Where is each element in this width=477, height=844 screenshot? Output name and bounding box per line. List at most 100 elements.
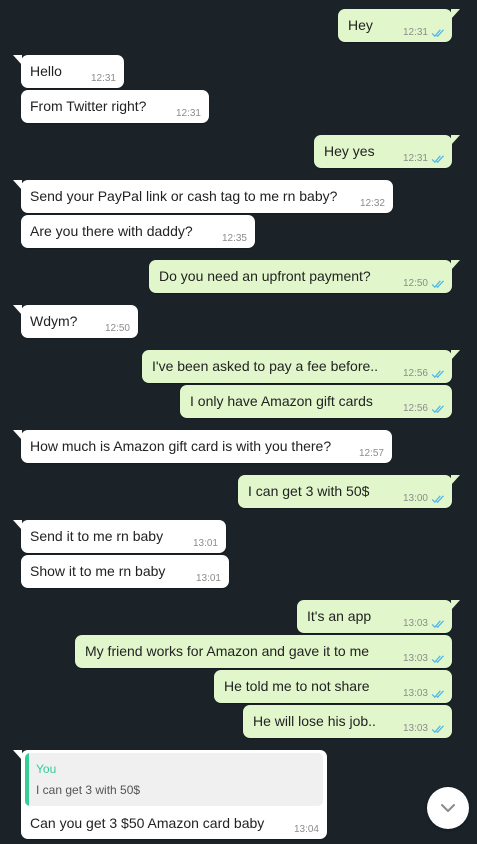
quote-text: I can get 3 with 50$ — [36, 783, 141, 797]
message-meta: 12:35 — [222, 233, 247, 244]
quote-author: You — [36, 762, 57, 776]
message-time: 12:50 — [104, 323, 130, 334]
message-meta: 13:04 — [294, 824, 319, 835]
message-text: Send it to me rn baby — [30, 528, 164, 544]
bubble-tail — [451, 9, 460, 19]
bubble-tail — [451, 475, 460, 485]
message-bubble-incoming[interactable]: Show it to me rn baby 13:01 — [21, 555, 229, 588]
message-time: 12:31 — [175, 108, 201, 119]
double-check-icon — [431, 154, 444, 163]
message-meta: 12:50 — [403, 278, 446, 289]
message-time: 12:57 — [358, 448, 384, 459]
message-text: It's an app — [307, 608, 372, 624]
message-bubble-incoming[interactable]: Hello 12:31 — [13, 55, 124, 88]
double-check-icon — [431, 369, 444, 378]
message-time: 13:01 — [192, 538, 218, 549]
message-meta: 12:56 — [403, 403, 446, 414]
bubble-tail — [451, 260, 460, 270]
message-time: 12:31 — [90, 73, 116, 84]
message-time: 12:56 — [402, 403, 428, 414]
message-text: I only have Amazon gift cards — [190, 393, 373, 409]
double-check-icon — [431, 279, 444, 288]
message-text: I can get 3 with 50$ — [248, 483, 370, 499]
message-text: Are you there with daddy? — [30, 223, 193, 239]
chevron-down-icon — [441, 804, 455, 812]
message-meta: 13:01 — [196, 573, 221, 584]
message-time: 13:03 — [402, 618, 428, 629]
message-meta: 12:31 — [403, 27, 446, 38]
message-meta: 13:03 — [403, 688, 446, 699]
message-meta: 12:32 — [360, 198, 385, 209]
message-bubble-outgoing[interactable]: Do you need an upfront payment? 12:50 — [149, 260, 460, 293]
message-text: Send your PayPal link or cash tag to me … — [30, 188, 338, 204]
double-check-icon — [431, 619, 444, 628]
message-bubble-incoming[interactable]: From Twitter right? 12:31 — [21, 90, 209, 123]
message-bubble-outgoing[interactable]: It's an app 13:03 — [297, 600, 460, 633]
message-time: 13:03 — [402, 688, 428, 699]
message-bubble-outgoing[interactable]: Hey yes 12:31 — [314, 135, 460, 168]
bubble-tail — [451, 600, 460, 610]
message-text: From Twitter right? — [30, 98, 147, 114]
quoted-message[interactable]: You I can get 3 with 50$ — [25, 753, 323, 806]
double-check-icon — [431, 724, 444, 733]
message-bubble-outgoing[interactable]: I can get 3 with 50$ 13:00 — [238, 475, 460, 508]
message-time: 12:31 — [402, 27, 428, 38]
message-meta: 13:03 — [403, 653, 446, 664]
message-meta: 12:31 — [403, 153, 446, 164]
message-text: Do you need an upfront payment? — [159, 268, 371, 284]
bubble-tail — [13, 55, 22, 65]
message-text: Show it to me rn baby — [30, 563, 166, 579]
double-check-icon — [431, 654, 444, 663]
bubble-tail — [13, 180, 22, 190]
bubble-tail — [13, 305, 22, 315]
message-bubble-outgoing[interactable]: Hey 12:31 — [338, 9, 460, 42]
message-time: 13:00 — [402, 493, 428, 504]
message-time: 13:04 — [293, 824, 319, 835]
message-meta: 12:31 — [91, 73, 116, 84]
message-text: Can you get 3 $50 Amazon card baby — [30, 815, 265, 831]
message-text: My friend works for Amazon and gave it t… — [85, 643, 370, 659]
message-bubble-outgoing[interactable]: I've been asked to pay a fee before.. 12… — [142, 350, 460, 383]
bubble-tail — [13, 430, 22, 440]
message-meta: 12:57 — [359, 448, 384, 459]
message-bubble-incoming[interactable]: Are you there with daddy? 12:35 — [21, 215, 255, 248]
message-bubble-outgoing[interactable]: My friend works for Amazon and gave it t… — [75, 635, 452, 668]
message-text: He will lose his job.. — [253, 713, 376, 729]
message-time: 12:50 — [402, 278, 428, 289]
double-check-icon — [431, 494, 444, 503]
message-meta: 13:03 — [403, 618, 446, 629]
message-bubble-outgoing[interactable]: I only have Amazon gift cards 12:56 — [180, 385, 452, 418]
bubble-tail — [13, 750, 22, 760]
bubble-tail — [13, 520, 22, 530]
scroll-to-bottom-button[interactable] — [427, 787, 469, 829]
message-meta: 13:01 — [193, 538, 218, 549]
double-check-icon — [431, 689, 444, 698]
message-text: He told me to not share — [224, 678, 370, 694]
message-meta: 12:50 — [105, 323, 130, 334]
message-time: 13:03 — [402, 653, 428, 664]
message-bubble-outgoing[interactable]: He will lose his job.. 13:03 — [243, 705, 452, 738]
message-time: 12:32 — [359, 198, 385, 209]
message-text: Hey yes — [324, 143, 375, 159]
message-text: I've been asked to pay a fee before.. — [152, 358, 379, 374]
bubble-tail — [451, 350, 460, 360]
message-meta: 12:31 — [176, 108, 201, 119]
message-time: 12:31 — [402, 153, 428, 164]
message-bubble-outgoing[interactable]: He told me to not share 13:03 — [214, 670, 452, 703]
message-time: 13:01 — [195, 573, 221, 584]
message-bubble-incoming[interactable]: Wdym? 12:50 — [13, 305, 138, 338]
message-meta: 12:56 — [403, 368, 446, 379]
message-time: 12:56 — [402, 368, 428, 379]
message-bubble-reply[interactable]: You I can get 3 with 50$ Can you get 3 $… — [13, 750, 327, 839]
message-bubble-incoming[interactable]: Send it to me rn baby 13:01 — [13, 520, 226, 553]
message-text: Hey — [348, 17, 373, 33]
message-bubble-incoming[interactable]: How much is Amazon gift card is with you… — [13, 430, 392, 463]
message-text: Hello — [30, 63, 62, 79]
message-time: 13:03 — [402, 723, 428, 734]
message-time: 12:35 — [221, 233, 247, 244]
double-check-icon — [431, 404, 444, 413]
message-bubble-incoming[interactable]: Send your PayPal link or cash tag to me … — [13, 180, 393, 213]
message-meta: 13:03 — [403, 723, 446, 734]
quote-accent-bar — [25, 753, 29, 806]
bubble-tail — [451, 135, 460, 145]
